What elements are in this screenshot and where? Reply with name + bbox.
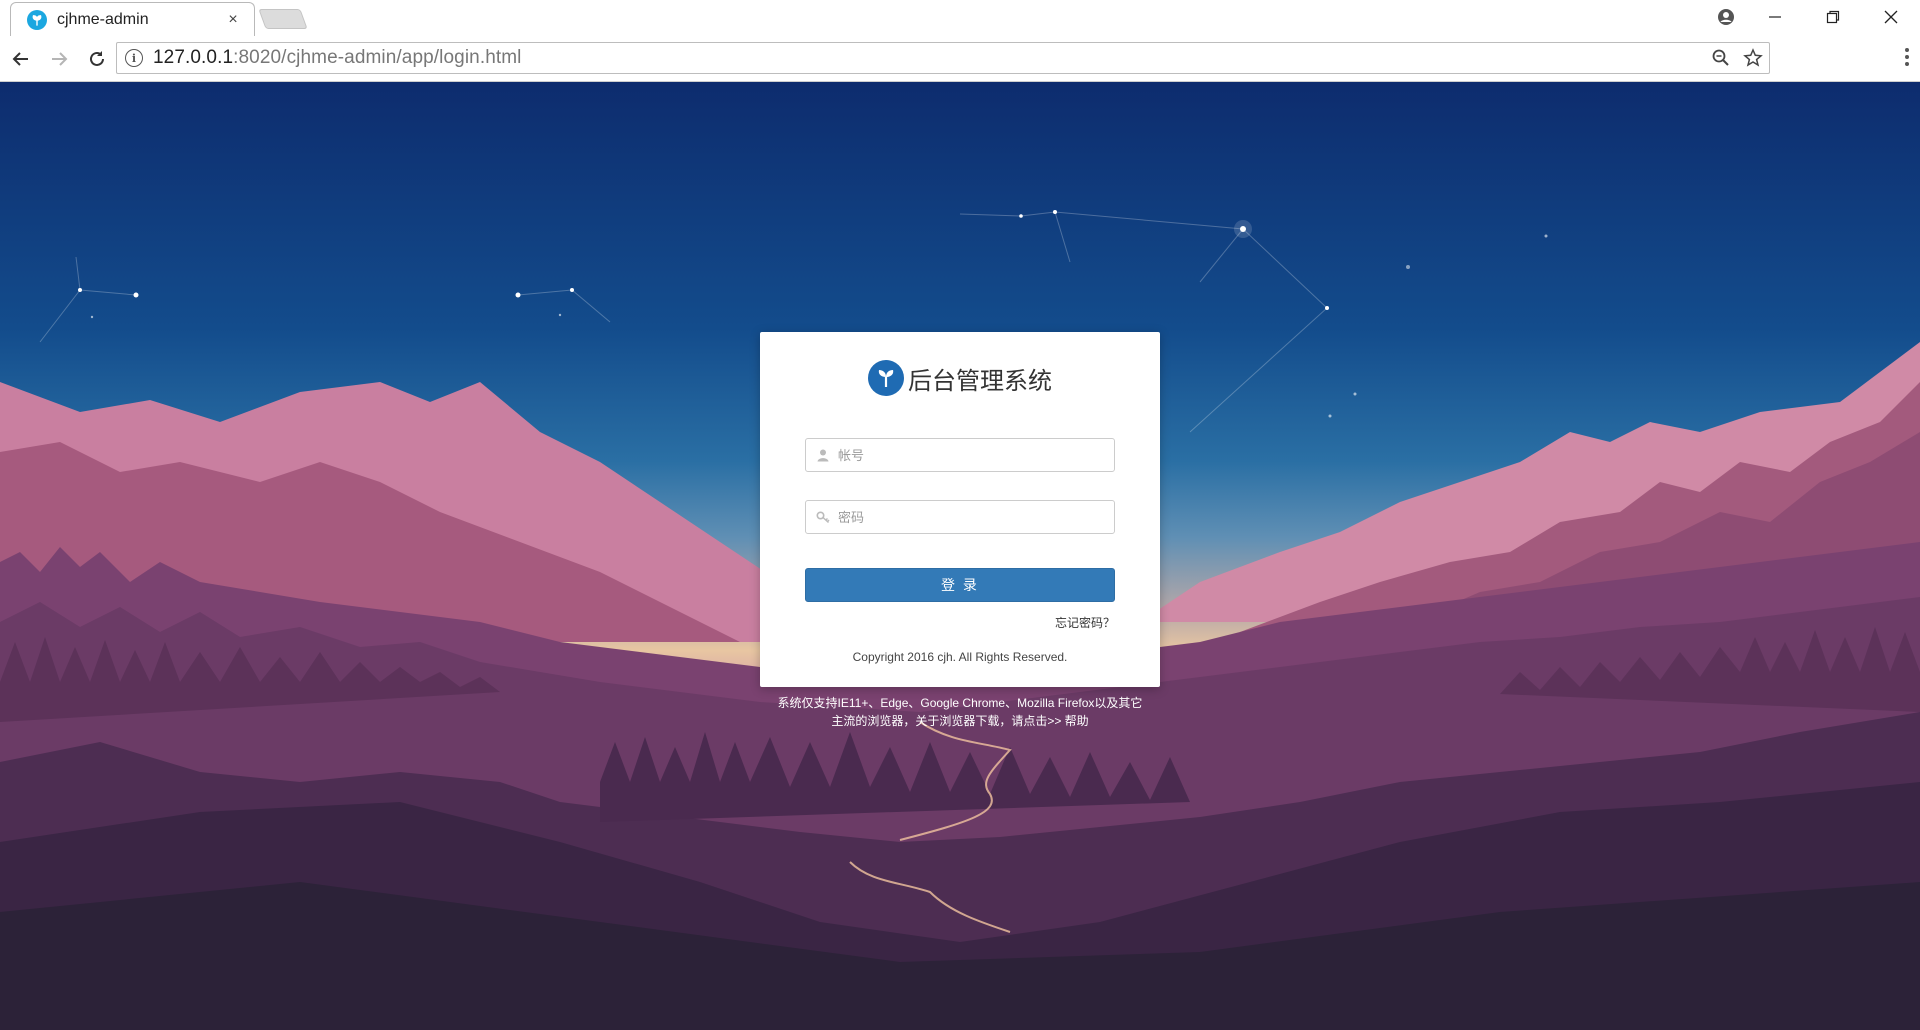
address-bar[interactable]: i 127.0.0.1:8020/cjhme-admin/app/login.h… [116, 42, 1770, 74]
restore-icon[interactable] [1804, 0, 1862, 34]
window-controls [1706, 0, 1920, 34]
forward-arrow-icon[interactable] [42, 42, 76, 76]
site-info-icon[interactable]: i [125, 49, 143, 67]
login-button[interactable]: 登 录 [805, 568, 1115, 602]
brand-header: 后台管理系统 [760, 360, 1160, 396]
back-arrow-icon[interactable] [4, 42, 38, 76]
minimize-icon[interactable] [1746, 0, 1804, 34]
help-link[interactable]: 帮助 [1065, 714, 1089, 728]
reload-icon[interactable] [80, 42, 114, 76]
browser-menu-icon[interactable] [1904, 48, 1910, 66]
password-field[interactable] [805, 500, 1115, 534]
new-tab-button[interactable] [258, 9, 308, 29]
notice-line-1: 系统仅支持IE11+、Edge、Google Chrome、Mozilla Fi… [777, 696, 1143, 710]
browser-tabstrip: cjhme-admin × [0, 0, 1920, 36]
url-text: 127.0.0.1:8020/cjhme-admin/app/login.htm… [153, 47, 522, 69]
close-window-icon[interactable] [1862, 0, 1920, 34]
copyright-text: Copyright 2016 cjh. All Rights Reserved. [852, 650, 1068, 664]
url-path: :8020/cjhme-admin/app/login.html [233, 47, 522, 68]
browser-support-notice: 系统仅支持IE11+、Edge、Google Chrome、Mozilla Fi… [740, 694, 1180, 730]
forgot-password-link[interactable]: 忘记密码？ [1055, 614, 1115, 631]
notice-line-2-text: 主流的浏览器，关于浏览器下载，请点击>> [831, 714, 1065, 728]
notice-line-2: 主流的浏览器，关于浏览器下载，请点击>> 帮助 [740, 712, 1180, 730]
key-icon [816, 511, 830, 524]
bookmark-star-icon[interactable] [1743, 48, 1763, 73]
username-field[interactable] [805, 438, 1115, 472]
username-input[interactable] [838, 447, 1108, 463]
profile-icon[interactable] [1706, 0, 1746, 34]
tab-close-icon[interactable]: × [224, 11, 242, 29]
url-host: 127.0.0.1 [153, 47, 234, 68]
favicon-icon [27, 9, 47, 30]
tab-title: cjhme-admin [57, 10, 149, 28]
login-page: 后台管理系统 登 录 忘记密码？ Copyright 2016 cjh. All… [0, 82, 1920, 1030]
password-input[interactable] [838, 509, 1108, 525]
login-card: 后台管理系统 登 录 忘记密码？ Copyright 2016 cjh. All… [760, 332, 1160, 687]
zoom-icon[interactable] [1711, 48, 1731, 73]
app-title: 后台管理系统 [908, 367, 1052, 395]
browser-toolbar: i 127.0.0.1:8020/cjhme-admin/app/login.h… [0, 36, 1920, 82]
user-icon [817, 449, 829, 462]
sprout-logo-icon [868, 360, 904, 396]
browser-tab-active[interactable]: cjhme-admin × [10, 2, 255, 36]
